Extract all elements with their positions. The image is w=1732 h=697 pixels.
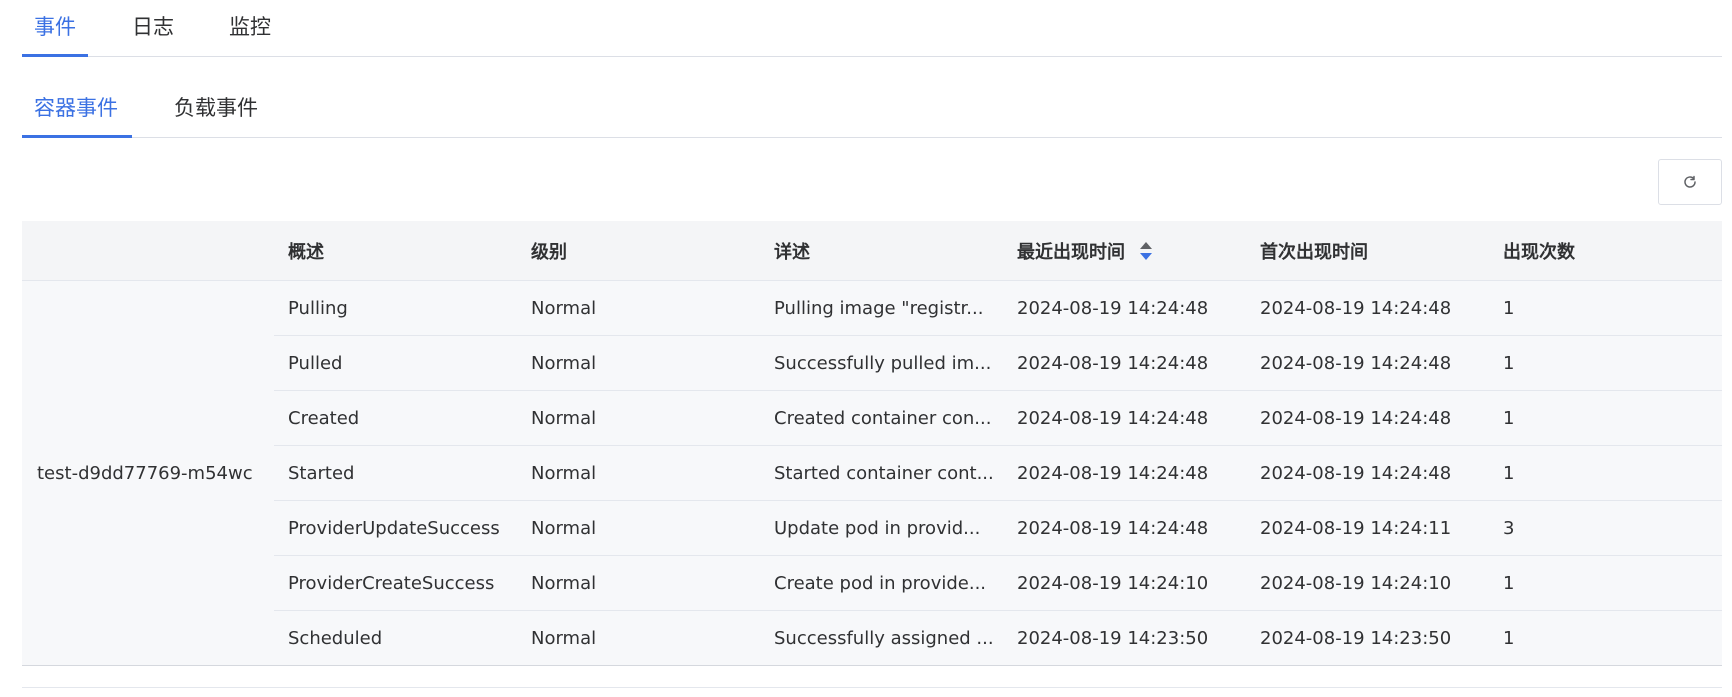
event-count: 1 [1489, 610, 1722, 666]
event-detail: Started container cont... [760, 445, 1003, 501]
event-level: Normal [517, 555, 760, 611]
event-summary: Pulled [274, 335, 517, 391]
sort-icon[interactable] [1139, 240, 1153, 262]
event-level: Normal [517, 390, 760, 446]
event-level: Normal [517, 500, 760, 556]
event-summary: ProviderUpdateSuccess [274, 500, 517, 556]
event-last-seen: 2024-08-19 14:24:48 [1003, 335, 1246, 391]
column-header-count: 出现次数 [1489, 221, 1722, 281]
event-first-seen: 2024-08-19 14:24:48 [1246, 280, 1489, 336]
table-row: Created Normal Created container con... 202… [22, 390, 1722, 446]
event-level: Normal [517, 335, 760, 391]
refresh-button[interactable] [1658, 159, 1722, 205]
event-first-seen: 2024-08-19 14:24:11 [1246, 500, 1489, 556]
column-header-detail: 详述 [760, 221, 1003, 281]
event-first-seen: 2024-08-19 14:23:50 [1246, 610, 1489, 666]
event-count: 1 [1489, 555, 1722, 611]
tab-container-events[interactable]: 容器事件 [22, 80, 132, 138]
event-detail: Created container con... [760, 390, 1003, 446]
secondary-tab-bar: 容器事件 负载事件 [22, 80, 1722, 138]
table-row: ProviderUpdateSuccess Normal Update pod in… [22, 500, 1722, 556]
event-first-seen: 2024-08-19 14:24:48 [1246, 445, 1489, 501]
table-row: Pulled Normal Successfully pulled im... 202… [22, 335, 1722, 391]
event-detail: Create pod in provide... [760, 555, 1003, 611]
event-detail: Update pod in provid... [760, 500, 1003, 556]
event-first-seen: 2024-08-19 14:24:48 [1246, 335, 1489, 391]
event-count: 1 [1489, 445, 1722, 501]
table-header-row: 概述 级别 详述 最近出现时间 首次出现时间 出现次数 [22, 221, 1722, 281]
event-last-seen: 2024-08-19 14:23:50 [1003, 610, 1246, 666]
event-summary: Created [274, 390, 517, 446]
event-first-seen: 2024-08-19 14:24:48 [1246, 390, 1489, 446]
event-last-seen: 2024-08-19 14:24:48 [1003, 390, 1246, 446]
event-count: 3 [1489, 500, 1722, 556]
event-summary: Started [274, 445, 517, 501]
table-row: Started Normal Started container cont... 20… [22, 445, 1722, 501]
column-header-last-seen-label: 最近出现时间 [1017, 241, 1125, 263]
tab-monitoring[interactable]: 监控 [229, 0, 271, 56]
tab-events[interactable]: 事件 [22, 0, 88, 57]
bottom-divider [22, 687, 1722, 688]
event-last-seen: 2024-08-19 14:24:10 [1003, 555, 1246, 611]
event-last-seen: 2024-08-19 14:24:48 [1003, 500, 1246, 556]
event-last-seen: 2024-08-19 14:24:48 [1003, 445, 1246, 501]
event-level: Normal [517, 280, 760, 336]
event-detail: Pulling image "registr... [760, 280, 1003, 336]
event-detail: Successfully pulled im... [760, 335, 1003, 391]
refresh-icon [1684, 175, 1696, 188]
event-detail: Successfully assigned ... [760, 610, 1003, 666]
event-level: Normal [517, 610, 760, 666]
tab-logs[interactable]: 日志 [132, 0, 174, 56]
table-row: ProviderCreateSuccess Normal Create pod in… [22, 555, 1722, 611]
column-header-last-seen[interactable]: 最近出现时间 [1003, 221, 1246, 281]
event-summary: Pulling [274, 280, 517, 336]
event-first-seen: 2024-08-19 14:24:10 [1246, 555, 1489, 611]
table-row: test-d9dd77769-m54wc Pulling Normal Pulling… [22, 280, 1722, 666]
events-table: 概述 级别 详述 最近出现时间 首次出现时间 出现次数 test-d9dd777… [22, 221, 1722, 666]
column-header-pod [22, 221, 274, 281]
pod-name-cell: test-d9dd77769-m54wc [22, 280, 274, 666]
tab-workload-events[interactable]: 负载事件 [174, 80, 258, 137]
table-row: Scheduled Normal Successfully assigned ...… [22, 610, 1722, 666]
column-header-level: 级别 [517, 221, 760, 281]
column-header-first-seen: 首次出现时间 [1246, 221, 1489, 281]
event-level: Normal [517, 445, 760, 501]
event-count: 1 [1489, 335, 1722, 391]
event-summary: ProviderCreateSuccess [274, 555, 517, 611]
primary-tab-bar: 事件 日志 监控 [22, 0, 1722, 57]
event-count: 1 [1489, 280, 1722, 336]
event-count: 1 [1489, 390, 1722, 446]
column-header-summary: 概述 [274, 221, 517, 281]
event-summary: Scheduled [274, 610, 517, 666]
event-last-seen: 2024-08-19 14:24:48 [1003, 280, 1246, 336]
